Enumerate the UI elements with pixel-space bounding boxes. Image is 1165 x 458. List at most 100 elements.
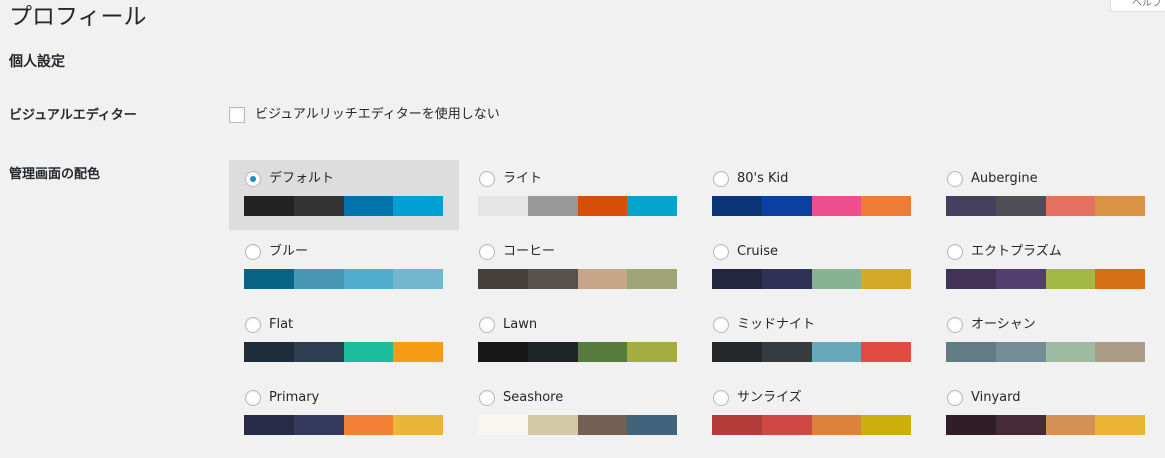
color-swatch (995, 415, 1046, 435)
color-palette[interactable] (244, 415, 443, 435)
color-scheme-header[interactable]: 80's Kid (713, 170, 788, 188)
color-scheme-option[interactable]: Cruise (697, 233, 927, 303)
color-scheme-option[interactable]: デフォルト (229, 160, 459, 230)
color-scheme-header[interactable]: Seashore (479, 389, 563, 407)
visual-editor-checkbox-label[interactable]: ビジュアルリッチエディターを使用しない (255, 106, 500, 124)
color-swatch (811, 196, 862, 216)
color-palette[interactable] (478, 196, 677, 216)
color-palette[interactable] (478, 342, 677, 362)
color-palette[interactable] (244, 196, 443, 216)
color-scheme-option[interactable]: ライト (463, 160, 693, 230)
color-swatch (627, 196, 677, 216)
color-scheme-name[interactable]: ミッドナイト (737, 316, 815, 334)
color-scheme-header[interactable]: ミッドナイト (713, 316, 815, 334)
color-scheme-option[interactable]: サンライズ (697, 379, 927, 449)
color-scheme-name[interactable]: Vinyard (971, 389, 1021, 407)
color-scheme-option[interactable]: Primary (229, 379, 459, 449)
color-swatch (527, 415, 578, 435)
color-scheme-name[interactable]: エクトプラズム (971, 243, 1062, 261)
color-scheme-name[interactable]: サンライズ (737, 389, 802, 407)
color-palette[interactable] (478, 415, 677, 435)
color-scheme-header[interactable]: サンライズ (713, 389, 802, 407)
color-palette[interactable] (712, 269, 911, 289)
help-tab-button[interactable]: ヘルプ (1110, 0, 1165, 12)
color-palette[interactable] (946, 269, 1145, 289)
color-scheme-name[interactable]: Lawn (503, 316, 537, 334)
color-palette[interactable] (946, 196, 1145, 216)
color-scheme-option[interactable]: 80's Kid (697, 160, 927, 230)
color-scheme-radio[interactable] (947, 390, 963, 406)
color-palette[interactable] (244, 269, 443, 289)
color-scheme-radio[interactable] (479, 390, 495, 406)
color-scheme-header[interactable]: Aubergine (947, 170, 1038, 188)
color-scheme-option[interactable]: コーヒー (463, 233, 693, 303)
color-scheme-name[interactable]: コーヒー (503, 243, 555, 261)
color-palette[interactable] (946, 415, 1145, 435)
color-swatch (244, 342, 294, 362)
color-scheme-radio[interactable] (947, 244, 963, 260)
color-scheme-option[interactable]: エクトプラズム (931, 233, 1161, 303)
color-scheme-option[interactable]: ブルー (229, 233, 459, 303)
visual-editor-option[interactable]: ビジュアルリッチエディターを使用しない (229, 106, 500, 124)
color-scheme-header[interactable]: Cruise (713, 243, 778, 261)
color-palette[interactable] (712, 342, 911, 362)
color-scheme-option[interactable]: Lawn (463, 306, 693, 376)
color-scheme-name[interactable]: ライト (503, 170, 542, 188)
color-swatch (761, 342, 812, 362)
color-palette[interactable] (946, 342, 1145, 362)
color-palette[interactable] (712, 415, 911, 435)
color-scheme-option[interactable]: オーシャン (931, 306, 1161, 376)
color-swatch (343, 196, 394, 216)
color-scheme-option[interactable]: ミッドナイト (697, 306, 927, 376)
color-scheme-header[interactable]: オーシャン (947, 316, 1036, 334)
color-swatch (1095, 342, 1145, 362)
color-scheme-radio[interactable] (713, 244, 729, 260)
color-palette[interactable] (712, 196, 911, 216)
color-scheme-header[interactable]: Primary (245, 389, 319, 407)
color-scheme-radio[interactable] (713, 390, 729, 406)
color-swatch (627, 269, 677, 289)
color-scheme-option[interactable]: Vinyard (931, 379, 1161, 449)
color-swatch (1045, 196, 1096, 216)
color-scheme-name[interactable]: ブルー (269, 243, 308, 261)
color-scheme-radio[interactable] (479, 317, 495, 333)
color-scheme-radio[interactable] (947, 317, 963, 333)
color-scheme-header[interactable]: Vinyard (947, 389, 1021, 407)
color-swatch (293, 415, 344, 435)
color-scheme-name[interactable]: Aubergine (971, 170, 1038, 188)
color-scheme-radio[interactable] (245, 171, 261, 187)
color-scheme-header[interactable]: デフォルト (245, 170, 334, 188)
color-scheme-radio[interactable] (713, 317, 729, 333)
color-scheme-name[interactable]: Flat (269, 316, 293, 334)
color-scheme-name[interactable]: デフォルト (269, 170, 334, 188)
color-scheme-radio[interactable] (245, 390, 261, 406)
color-scheme-option[interactable]: Seashore (463, 379, 693, 449)
color-swatch (527, 342, 578, 362)
color-palette[interactable] (478, 269, 677, 289)
color-scheme-name[interactable]: 80's Kid (737, 170, 788, 188)
color-scheme-header[interactable]: エクトプラズム (947, 243, 1062, 261)
color-palette[interactable] (244, 342, 443, 362)
color-scheme-radio[interactable] (245, 244, 261, 260)
color-scheme-header[interactable]: Lawn (479, 316, 537, 334)
color-scheme-header[interactable]: ライト (479, 170, 542, 188)
color-scheme-name[interactable]: Primary (269, 389, 319, 407)
color-scheme-radio[interactable] (713, 171, 729, 187)
color-scheme-radio[interactable] (479, 244, 495, 260)
color-scheme-radio[interactable] (245, 317, 261, 333)
color-swatch (761, 415, 812, 435)
color-scheme-header[interactable]: Flat (245, 316, 293, 334)
color-swatch (577, 196, 628, 216)
color-scheme-name[interactable]: オーシャン (971, 316, 1036, 334)
color-scheme-header[interactable]: ブルー (245, 243, 308, 261)
color-scheme-name[interactable]: Cruise (737, 243, 778, 261)
color-scheme-radio[interactable] (479, 171, 495, 187)
color-scheme-name[interactable]: Seashore (503, 389, 563, 407)
color-swatch (627, 342, 677, 362)
color-scheme-header[interactable]: コーヒー (479, 243, 555, 261)
visual-editor-checkbox[interactable] (229, 107, 245, 123)
admin-color-label: 管理画面の配色 (9, 167, 101, 182)
color-scheme-option[interactable]: Aubergine (931, 160, 1161, 230)
color-scheme-option[interactable]: Flat (229, 306, 459, 376)
color-scheme-radio[interactable] (947, 171, 963, 187)
